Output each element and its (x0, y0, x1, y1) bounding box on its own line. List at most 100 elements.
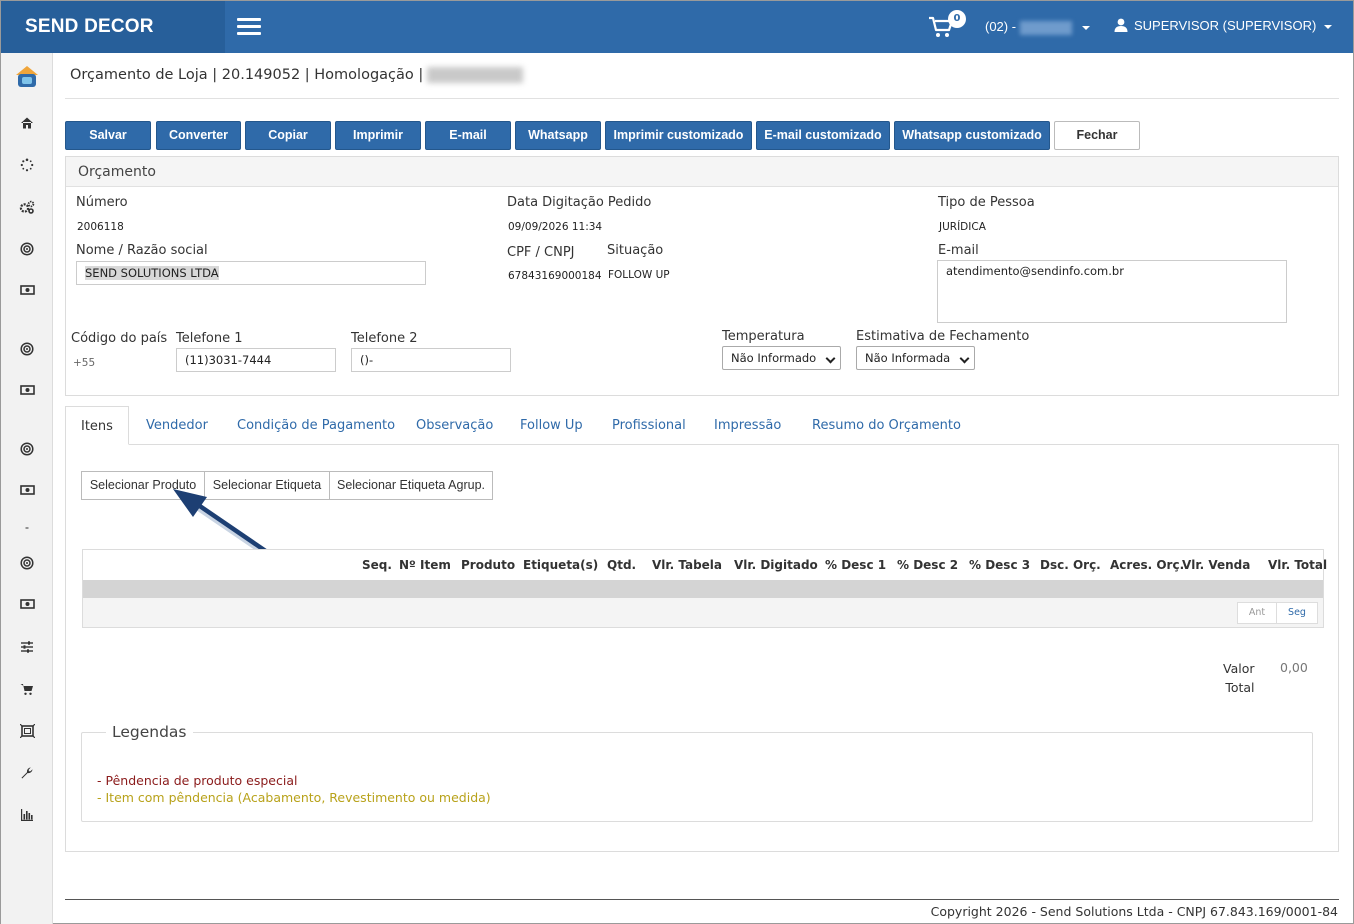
logo-icon[interactable] (13, 63, 41, 91)
branch-name-redacted (1020, 20, 1073, 35)
tab-condicao-pagamento[interactable]: Condição de Pagamento (237, 406, 395, 445)
cart-icon[interactable] (19, 682, 35, 698)
table-header: Seq. Nº Item Produto Etiqueta(s) Qtd. Vl… (83, 550, 1327, 580)
user-name: SUPERVISOR (SUPERVISOR) (1134, 18, 1317, 33)
wrench-icon[interactable] (19, 766, 35, 782)
nome-value: SEND SOLUTIONS LTDA (85, 266, 219, 280)
tab-vendedor[interactable]: Vendedor (146, 406, 208, 445)
target-icon[interactable] (19, 556, 35, 572)
data-value: 09/09/2026 11:34 (508, 221, 603, 233)
telefone2-field[interactable]: ()- (351, 348, 511, 372)
col-qtd[interactable]: Qtd. (607, 558, 636, 572)
chevron-down-icon (825, 353, 836, 364)
select-grouped-label-button[interactable]: Selecionar Etiqueta Agrup. (329, 471, 493, 500)
total-label-line2: Total (1225, 680, 1255, 695)
nome-field[interactable]: SEND SOLUTIONS LTDA (76, 261, 426, 285)
convert-button[interactable]: Converter (156, 121, 241, 150)
cogs-icon[interactable] (19, 200, 35, 216)
legend-box: Legendas - Pêndencia de produto especial… (81, 723, 1313, 822)
col-seq[interactable]: Seq. (362, 558, 392, 572)
email-button[interactable]: E-mail (425, 121, 511, 150)
page-title-text: Orçamento de Loja | 20.149052 | Homologa… (70, 67, 424, 83)
target-icon[interactable] (19, 242, 35, 258)
total-value: 0,00 (1280, 660, 1308, 675)
tab-resumo[interactable]: Resumo do Orçamento (812, 406, 961, 445)
numero-label: Número (76, 195, 128, 210)
money-icon[interactable] (19, 598, 35, 614)
pais-value: +55 (73, 357, 96, 369)
print-button[interactable]: Imprimir (335, 121, 421, 150)
sliders-icon[interactable] (19, 640, 35, 656)
user-menu[interactable]: SUPERVISOR (SUPERVISOR) (1114, 18, 1333, 33)
total-label-line1: Valor (1223, 661, 1255, 676)
user-icon (1114, 18, 1128, 32)
print-custom-button[interactable]: Imprimir customizado (605, 121, 752, 150)
nome-label: Nome / Razão social (76, 243, 208, 258)
col-vlr-digitado[interactable]: Vlr. Digitado (734, 558, 818, 572)
chevron-down-icon (959, 353, 970, 364)
col-vlr-total[interactable]: Vlr. Total (1268, 558, 1327, 572)
tab-observacao[interactable]: Observação (416, 406, 493, 445)
col-desc2[interactable]: % Desc 2 (897, 558, 958, 572)
total-label: Valor Total (1223, 659, 1255, 697)
money-icon[interactable] (19, 384, 35, 400)
numero-value: 2006118 (77, 221, 124, 233)
cart-button[interactable]: 0 (928, 10, 968, 43)
email-custom-button[interactable]: E-mail customizado (756, 121, 890, 150)
tab-impressao[interactable]: Impressão (714, 406, 781, 445)
telefone1-field[interactable]: (11)3031-7444 (176, 348, 336, 372)
col-desc3[interactable]: % Desc 3 (969, 558, 1030, 572)
situacao-label: Situação (607, 243, 664, 258)
col-vlr-venda[interactable]: Vlr. Venda (1182, 558, 1250, 572)
bar-chart-icon[interactable] (19, 808, 35, 824)
spinner-icon[interactable] (19, 158, 35, 174)
col-acres-orc[interactable]: Acres. Orç. (1110, 558, 1184, 572)
col-produto[interactable]: Produto (461, 558, 515, 572)
money-icon[interactable] (19, 484, 35, 500)
top-navbar: SEND DECOR 0 (02) - SUPERVISOR (SUPERVIS… (1, 1, 1353, 53)
table-pager: Ant Seg (83, 598, 1323, 627)
home-icon[interactable] (19, 116, 35, 132)
chevron-down-icon (1324, 24, 1333, 29)
pager-prev-button[interactable]: Ant (1237, 602, 1277, 624)
situacao-value: FOLLOW UP (608, 269, 670, 281)
money-icon[interactable] (19, 284, 35, 300)
chevron-down-icon (1082, 25, 1091, 30)
save-button[interactable]: Salvar (65, 121, 151, 150)
col-desc1[interactable]: % Desc 1 (825, 558, 886, 572)
table-empty-row (83, 580, 1323, 598)
target-icon[interactable] (19, 342, 35, 358)
pager-next-button[interactable]: Seg (1276, 602, 1318, 624)
col-n-item[interactable]: Nº Item (399, 558, 451, 572)
tab-bar: Itens Vendedor Condição de Pagamento Obs… (65, 406, 1339, 445)
estimativa-label: Estimativa de Fechamento (856, 329, 1030, 344)
tab-follow-up[interactable]: Follow Up (520, 406, 583, 445)
close-button[interactable]: Fechar (1054, 121, 1140, 150)
whatsapp-button[interactable]: Whatsapp (515, 121, 601, 150)
temperatura-select[interactable]: Não Informado (722, 346, 841, 370)
menu-toggle-icon[interactable] (237, 18, 261, 36)
data-label: Data Digitação Pedido (507, 195, 652, 210)
tab-itens[interactable]: Itens (65, 406, 129, 445)
footer-divider (65, 899, 1339, 900)
copy-button[interactable]: Copiar (245, 121, 331, 150)
tipo-pessoa-value: JURÍDICA (939, 221, 986, 233)
sidebar (1, 53, 53, 924)
whatsapp-custom-button[interactable]: Whatsapp customizado (894, 121, 1050, 150)
col-vlr-tabela[interactable]: Vlr. Tabela (652, 558, 722, 572)
brand-logo[interactable]: SEND DECOR (1, 1, 225, 53)
legend-item-pending: - Item com pêndencia (Acabamento, Revest… (97, 790, 491, 805)
frame-icon[interactable] (19, 723, 35, 740)
branch-label: (02) - (985, 19, 1017, 34)
estimativa-value: Não Informada (865, 351, 951, 365)
email-field[interactable]: atendimento@sendinfo.com.br (937, 260, 1287, 323)
estimativa-select[interactable]: Não Informada (856, 346, 975, 370)
branch-selector[interactable]: (02) - (985, 19, 1091, 35)
tab-profissional[interactable]: Profissional (612, 406, 686, 445)
legend-pending-special: - Pêndencia de produto especial (97, 773, 298, 788)
col-dsc-orc[interactable]: Dsc. Orç. (1040, 558, 1101, 572)
legend-title: Legendas (106, 723, 193, 741)
target-icon[interactable] (19, 442, 35, 458)
col-etiquetas[interactable]: Etiqueta(s) (523, 558, 598, 572)
telefone1-label: Telefone 1 (176, 331, 243, 346)
